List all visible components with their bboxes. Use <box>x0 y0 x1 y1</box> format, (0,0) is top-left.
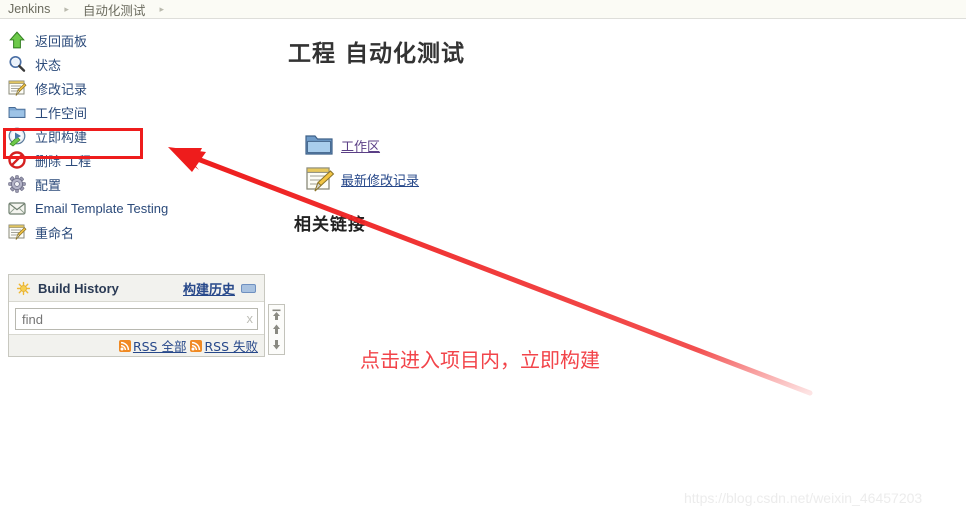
rss-all-label: RSS 全部 <box>132 339 187 354</box>
build-history-header: Build History 构建历史 <box>9 275 264 302</box>
build-history-cn-link[interactable]: 构建历史 <box>183 279 235 298</box>
find-input[interactable] <box>15 308 258 330</box>
build-history-footer: RSS 全部 RSS 失败 <box>9 334 264 356</box>
sidebar-item-label: 状态 <box>35 58 62 74</box>
recent-changes-link-row[interactable]: 最新修改记录 <box>303 162 888 196</box>
workspace-link-row[interactable]: 工作区 <box>303 128 888 162</box>
sidebar-item-changes[interactable]: 修改记录 <box>0 76 270 100</box>
sidebar-item-label: 配置 <box>35 178 62 194</box>
sidebar-item-delete-project[interactable]: 删除 工程 <box>0 148 270 172</box>
sidebar-item-email-template-testing[interactable]: Email Template Testing <box>0 196 270 220</box>
workspace-link-label: 工作区 <box>341 139 381 155</box>
rss-failed-link[interactable]: RSS 失败 <box>190 336 258 355</box>
magnifier-icon <box>7 54 27 74</box>
sidebar-item-label: Email Template Testing <box>35 200 169 216</box>
project-links: 工作区 最新修改记录 <box>303 128 888 196</box>
sidebar-item-build-now[interactable]: 立即构建 <box>0 124 270 148</box>
build-history-panel: Build History 构建历史 x RSS 全部 <box>8 274 265 357</box>
sidebar-item-rename[interactable]: 重命名 <box>0 220 270 244</box>
folder-icon <box>7 102 27 122</box>
breadcrumb: Jenkins ▸ 自动化测试 ▸ <box>0 0 966 19</box>
clear-icon[interactable]: x <box>247 311 254 327</box>
build-history-body: x <box>9 302 264 334</box>
rss-icon <box>190 339 203 352</box>
folder-large-icon <box>303 129 335 161</box>
build-history-header-actions: 构建历史 <box>183 279 256 298</box>
sidebar-item-status[interactable]: 状态 <box>0 52 270 76</box>
collapse-icon[interactable] <box>241 283 256 293</box>
sidebar-item-label: 重命名 <box>35 226 75 242</box>
sun-icon <box>16 281 31 295</box>
sidebar-item-label: 修改记录 <box>35 82 88 98</box>
notepad-pencil-icon <box>7 222 27 242</box>
scroll-down-icon[interactable] <box>271 339 282 350</box>
sidebar-item-label: 立即构建 <box>35 130 88 146</box>
up-arrow-icon <box>7 30 27 50</box>
sidebar-item-workspace[interactable]: 工作空间 <box>0 100 270 124</box>
sidebar-item-label: 返回面板 <box>35 34 88 50</box>
watermark: https://blog.csdn.net/weixin_46457203 <box>684 490 923 506</box>
sidebar-item-configure[interactable]: 配置 <box>0 172 270 196</box>
breadcrumb-separator-2: ▸ <box>159 3 164 14</box>
delete-icon <box>7 150 27 170</box>
related-links-heading: 相关链接 <box>294 215 366 235</box>
breadcrumb-separator-1: ▸ <box>64 3 69 14</box>
scroll-up-icon[interactable] <box>271 324 282 335</box>
scroll-to-top-icon[interactable] <box>271 309 282 321</box>
rss-failed-label: RSS 失败 <box>204 339 258 354</box>
page-title: 工程 自动化测试 <box>288 41 466 67</box>
build-now-icon <box>7 126 27 147</box>
sidebar-item-label: 删除 工程 <box>35 154 92 170</box>
annotation-text: 点击进入项目内，立即构建 <box>360 348 600 372</box>
recent-changes-link-label: 最新修改记录 <box>341 173 420 189</box>
build-history-scroller[interactable] <box>268 304 285 355</box>
breadcrumb-item-project[interactable]: 自动化测试 <box>83 0 146 19</box>
gear-icon <box>7 174 27 194</box>
main-content: 工程 自动化测试 工作区 最新修改记录 相关链接 <box>288 34 888 235</box>
build-history-title: Build History <box>38 280 119 296</box>
notepad-pencil-icon <box>7 78 27 98</box>
rss-all-link[interactable]: RSS 全部 <box>118 336 187 355</box>
changes-icon <box>303 163 335 195</box>
envelope-icon <box>7 198 27 218</box>
breadcrumb-item-jenkins[interactable]: Jenkins <box>8 2 50 16</box>
sidebar-item-label: 工作空间 <box>35 106 88 122</box>
find-field-wrapper: x <box>15 308 258 330</box>
rss-icon <box>118 339 131 352</box>
sidebar: 返回面板 状态 修改记录 工作空间 立即构建 删除 工程 配置 Email Te… <box>0 28 270 244</box>
sidebar-item-back-to-dashboard[interactable]: 返回面板 <box>0 28 270 52</box>
